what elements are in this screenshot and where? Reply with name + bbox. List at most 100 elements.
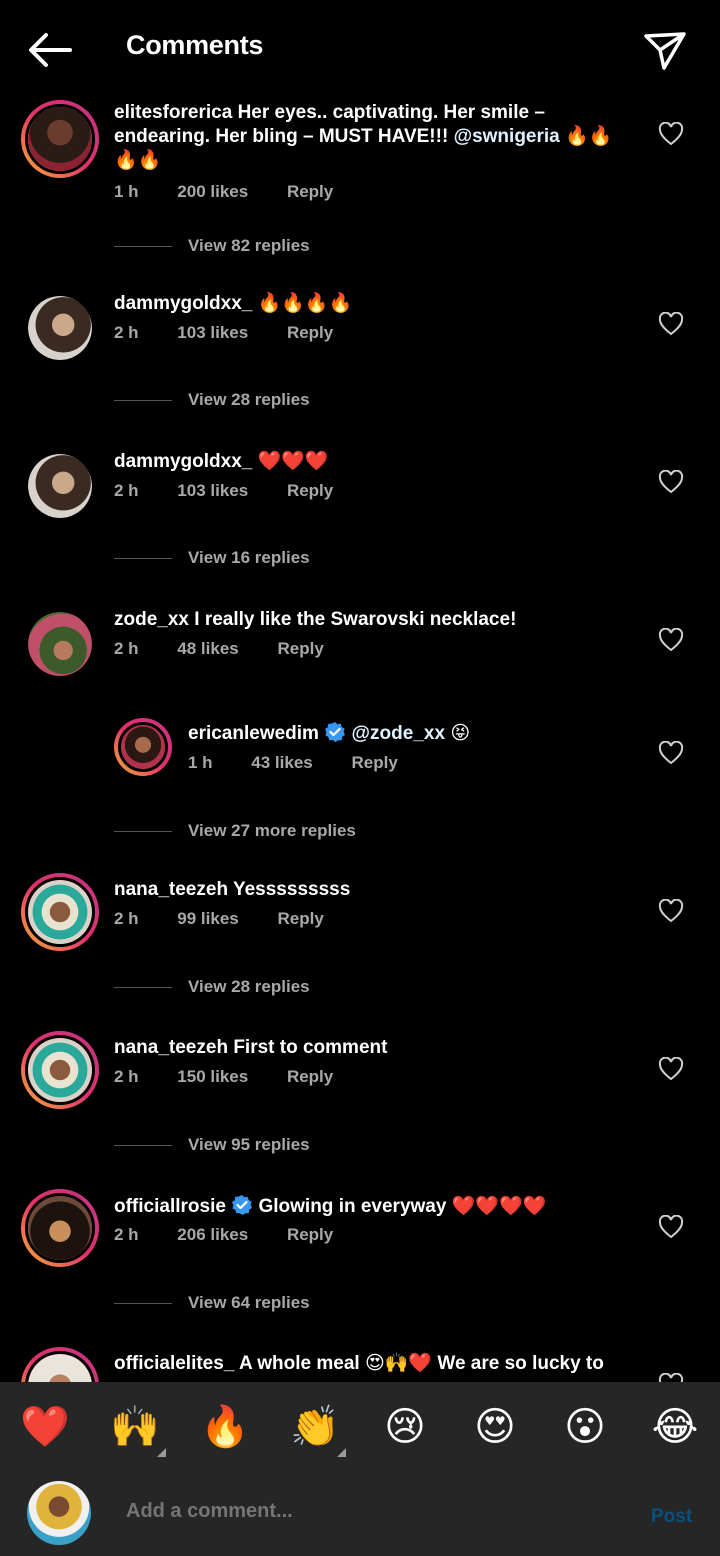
heart-icon[interactable] xyxy=(658,741,684,765)
comment-meta: 1 h 43 likes Reply xyxy=(188,753,432,773)
heart-icon[interactable] xyxy=(658,628,684,652)
view-replies-button[interactable]: View 27 more replies xyxy=(114,821,356,841)
comment-username[interactable]: nana_teezeh xyxy=(114,1037,228,1058)
comment-emoji: 😍🙌❤️ xyxy=(364,1353,433,1374)
comment-body: I really like the Swarovski necklace! xyxy=(194,609,517,630)
comment-input[interactable] xyxy=(126,1500,606,1523)
comment-text: officiallrosie Glowing in everyway ❤️❤️❤… xyxy=(114,1194,634,1219)
comment-username[interactable]: ericanlewedim xyxy=(188,723,319,744)
view-replies-button[interactable]: View 64 replies xyxy=(114,1293,310,1313)
avatar[interactable] xyxy=(21,1347,99,1382)
comment-meta: 2 h 99 likes Reply xyxy=(114,909,358,929)
comment-text: zode_xx I really like the Swarovski neck… xyxy=(114,608,634,632)
comment-likes[interactable]: 103 likes xyxy=(177,323,248,342)
comment-likes[interactable]: 48 likes xyxy=(177,639,238,658)
heart-icon[interactable] xyxy=(658,312,684,336)
emoji-surprised-button[interactable]: 😮 xyxy=(560,1402,610,1452)
view-replies-button[interactable]: View 28 replies xyxy=(114,977,310,997)
avatar[interactable] xyxy=(28,454,92,518)
heart-icon[interactable] xyxy=(658,470,684,494)
heart-icon[interactable] xyxy=(658,1373,684,1382)
comment-username[interactable]: officialelites_ xyxy=(114,1353,234,1374)
verified-badge-icon xyxy=(232,1195,253,1215)
comment-time: 2 h xyxy=(114,323,139,342)
avatar[interactable] xyxy=(21,1189,99,1267)
comment-body-continued: We are so lucky to xyxy=(432,1353,604,1374)
arrow-left-icon[interactable] xyxy=(26,30,72,70)
divider xyxy=(114,1302,172,1304)
avatar[interactable] xyxy=(21,1031,99,1109)
comment-text: elitesforerica Her eyes.. captivating. H… xyxy=(114,101,634,173)
view-replies-button[interactable]: View 82 replies xyxy=(114,236,310,256)
comment-likes[interactable]: 150 likes xyxy=(177,1067,248,1086)
heart-icon[interactable] xyxy=(658,1057,684,1081)
comment-username[interactable]: dammygoldxx_ xyxy=(114,451,252,472)
comment-text: dammygoldxx_ ❤️❤️❤️ xyxy=(114,450,634,474)
emoji-fire-button[interactable]: 🔥 xyxy=(200,1402,250,1452)
reply-button[interactable]: Reply xyxy=(277,909,323,928)
comment-text: ericanlewedim @zode_xx 😝 xyxy=(188,721,628,746)
heart-icon[interactable] xyxy=(658,1215,684,1239)
comment-body: Glowing in everyway xyxy=(258,1196,447,1217)
comment-likes[interactable]: 103 likes xyxy=(177,481,248,500)
view-replies-button[interactable]: View 95 replies xyxy=(114,1135,310,1155)
reply-button[interactable]: Reply xyxy=(287,323,333,342)
avatar[interactable] xyxy=(28,612,92,676)
comment-username[interactable]: nana_teezeh xyxy=(114,879,228,900)
reply-button[interactable]: Reply xyxy=(287,481,333,500)
comment-meta: 2 h 150 likes Reply xyxy=(114,1067,367,1087)
comment-text: officialelites_ A whole meal 😍🙌❤️ We are… xyxy=(114,1352,634,1376)
emoji-heart-eyes-button[interactable]: 😍 xyxy=(470,1402,520,1452)
comment-likes[interactable]: 99 likes xyxy=(177,909,238,928)
comment-emoji: 😝 xyxy=(450,723,471,744)
reply-button[interactable]: Reply xyxy=(287,1225,333,1244)
comment-time: 2 h xyxy=(114,1225,139,1244)
emoji-clapping-button[interactable]: 👏 xyxy=(290,1402,340,1452)
mention-link[interactable]: @swnigeria xyxy=(454,126,560,147)
view-replies-button[interactable]: View 16 replies xyxy=(114,548,310,568)
avatar[interactable] xyxy=(21,873,99,951)
comment-text: nana_teezeh First to comment xyxy=(114,1036,634,1060)
mention-link[interactable]: @zode_xx xyxy=(352,723,446,744)
avatar xyxy=(27,1481,91,1545)
heart-icon[interactable] xyxy=(658,899,684,923)
comment-time: 2 h xyxy=(114,481,139,500)
comment-time: 2 h xyxy=(114,1067,139,1086)
comment-username[interactable]: officiallrosie xyxy=(114,1196,226,1217)
post-button[interactable]: Post xyxy=(651,1506,692,1528)
avatar[interactable] xyxy=(114,718,172,776)
comment-likes[interactable]: 200 likes xyxy=(177,182,248,201)
avatar[interactable] xyxy=(28,296,92,360)
reply-button[interactable]: Reply xyxy=(287,182,333,201)
comment-text: dammygoldxx_ 🔥🔥🔥🔥 xyxy=(114,292,634,316)
comment-body: A whole meal xyxy=(238,1353,365,1374)
emoji-laughing-button[interactable]: 😂 xyxy=(650,1402,700,1452)
comment-input-bar: Post xyxy=(0,1472,720,1556)
reply-button[interactable]: Reply xyxy=(277,639,323,658)
paper-plane-icon[interactable] xyxy=(640,28,688,72)
comment-username[interactable]: dammygoldxx_ xyxy=(114,293,252,314)
comment-emoji: ❤️❤️❤️❤️ xyxy=(451,1196,547,1217)
comment-text: nana_teezeh Yesssssssss xyxy=(114,878,634,902)
comments-list[interactable]: elitesforerica Her eyes.. captivating. H… xyxy=(0,96,720,1382)
heart-icon[interactable] xyxy=(658,122,684,146)
divider xyxy=(114,986,172,988)
comment-body: Yesssssssss xyxy=(232,879,351,900)
emoji-crying-button[interactable]: 😢 xyxy=(380,1402,430,1452)
comment-likes[interactable]: 43 likes xyxy=(251,753,312,772)
reply-button[interactable]: Reply xyxy=(287,1067,333,1086)
emoji-raised-hands-button[interactable]: 🙌 xyxy=(110,1402,160,1452)
comment-time: 2 h xyxy=(114,639,139,658)
divider xyxy=(114,557,172,559)
avatar[interactable] xyxy=(21,100,99,178)
comment-meta: 2 h 103 likes Reply xyxy=(114,323,367,343)
comment-meta: 2 h 48 likes Reply xyxy=(114,639,358,659)
view-replies-button[interactable]: View 28 replies xyxy=(114,390,310,410)
comment-time: 1 h xyxy=(188,753,213,772)
emoji-quick-bar: ❤️ 🙌 🔥 👏 😢 😍 😮 😂 xyxy=(0,1382,720,1472)
emoji-heart-button[interactable]: ❤️ xyxy=(20,1402,70,1452)
comment-likes[interactable]: 206 likes xyxy=(177,1225,248,1244)
comment-username[interactable]: elitesforerica xyxy=(114,102,232,123)
comment-username[interactable]: zode_xx xyxy=(114,609,189,630)
reply-button[interactable]: Reply xyxy=(351,753,397,772)
